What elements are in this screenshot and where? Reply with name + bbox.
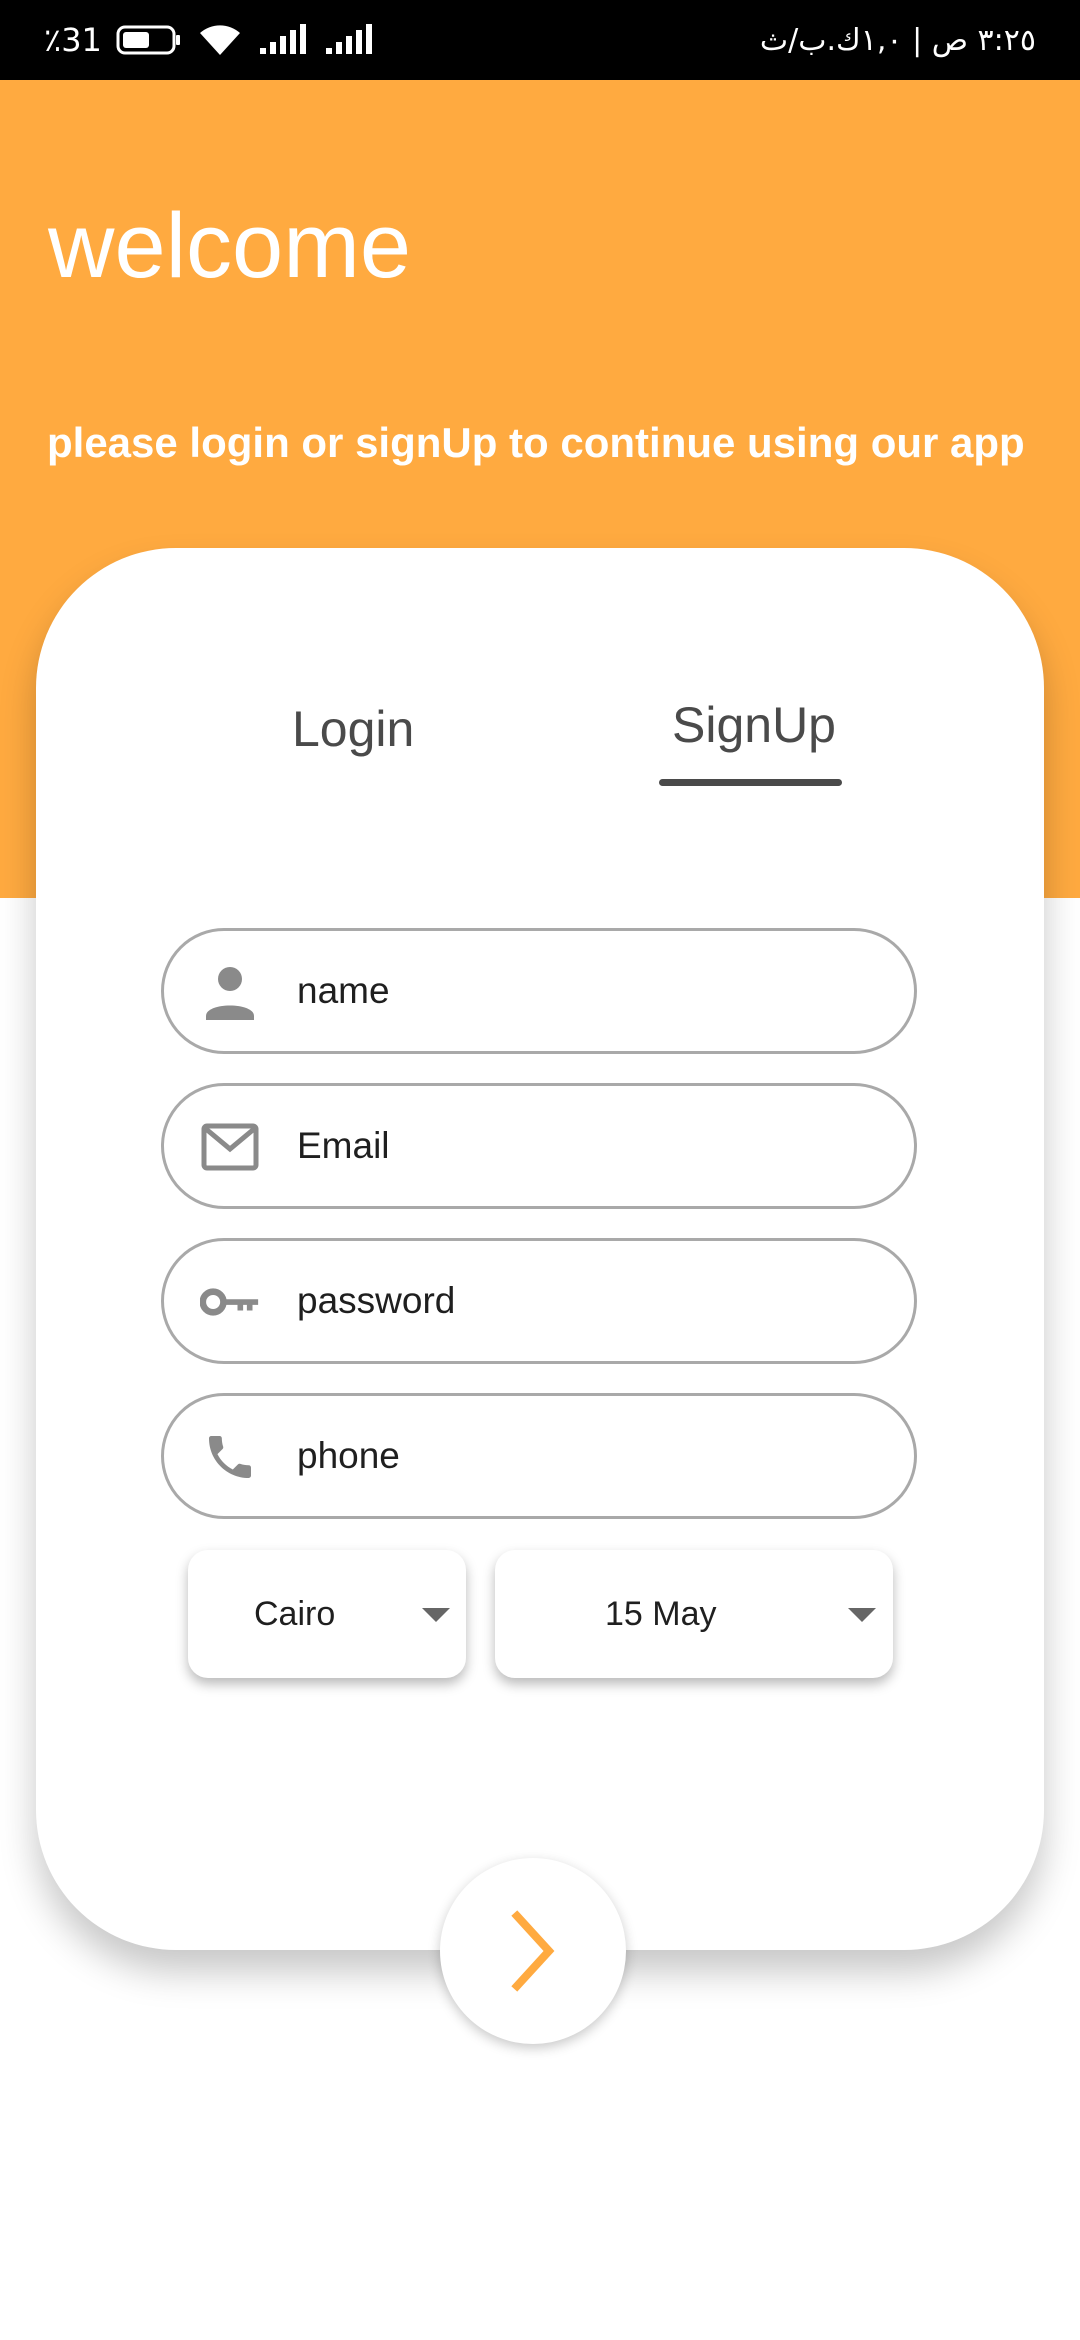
- status-bar: ٪31 ٣:٢٥ ص | ١,٠ك.ب/ث: [0, 0, 1080, 80]
- tab-signup[interactable]: SignUp: [672, 700, 836, 750]
- date-value: 15 May: [605, 1594, 717, 1633]
- mail-icon: [200, 1119, 260, 1175]
- person-icon: [200, 964, 260, 1020]
- phone-placeholder: phone: [297, 1435, 400, 1476]
- status-time-date: ٣:٢٥ ص | ١,٠ك.ب/ث: [759, 22, 1036, 58]
- welcome-title: welcome: [48, 195, 412, 297]
- caret-down-icon: [848, 1608, 876, 1622]
- key-icon: [200, 1274, 260, 1330]
- date-dropdown[interactable]: 15 May: [495, 1550, 893, 1678]
- email-placeholder: Email: [297, 1125, 390, 1166]
- phone-icon: [200, 1429, 260, 1485]
- signal-icon-2: [325, 24, 372, 54]
- password-placeholder: password: [297, 1280, 456, 1321]
- status-icons: ٪31: [44, 0, 376, 80]
- tab-login[interactable]: Login: [292, 704, 414, 754]
- name-field[interactable]: name: [161, 928, 917, 1054]
- city-value: Cairo: [254, 1594, 336, 1633]
- signal-icon: [259, 24, 306, 54]
- caret-down-icon: [422, 1608, 450, 1622]
- active-tab-indicator: [659, 779, 842, 786]
- password-field[interactable]: password: [161, 1238, 917, 1364]
- phone-field[interactable]: phone: [161, 1393, 917, 1519]
- battery-icon: [116, 25, 180, 55]
- welcome-subtitle: please login or signUp to continue using…: [47, 419, 1025, 466]
- city-dropdown[interactable]: Cairo: [188, 1550, 466, 1678]
- auth-card: Login SignUp name Email password phone C…: [36, 548, 1044, 1950]
- email-field[interactable]: Email: [161, 1083, 917, 1209]
- wifi-icon: [199, 25, 240, 55]
- next-button[interactable]: [440, 1858, 626, 2044]
- battery-percent: ٪31: [44, 21, 102, 59]
- chevron-right-icon: [511, 1910, 555, 1992]
- name-placeholder: name: [297, 970, 390, 1011]
